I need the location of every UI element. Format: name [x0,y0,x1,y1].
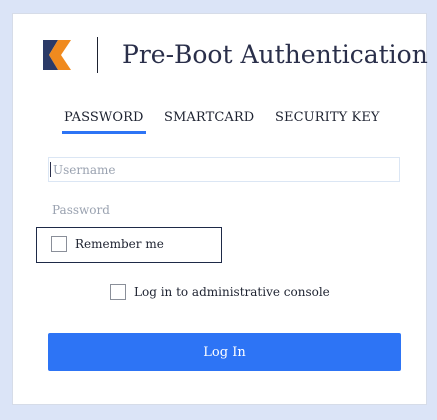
page-title: Pre-Boot Authentication [122,40,428,69]
username-input[interactable] [48,157,400,182]
brand-logo-icon [43,40,71,70]
auth-method-tabs: PASSWORD SMARTCARD SECURITY KEY [56,108,396,136]
admin-console-label[interactable]: Log in to administrative console [134,284,330,300]
tab-smartcard[interactable]: SMARTCARD [164,108,254,128]
password-input[interactable] [48,199,400,221]
header-divider [97,37,98,73]
remember-me-checkbox[interactable] [51,236,67,252]
remember-me-label[interactable]: Remember me [75,236,164,252]
login-button[interactable]: Log In [48,333,401,371]
tab-password[interactable]: PASSWORD [62,108,146,134]
tab-security-key[interactable]: SECURITY KEY [275,108,380,128]
text-cursor [50,162,51,177]
admin-console-checkbox[interactable] [110,284,126,300]
